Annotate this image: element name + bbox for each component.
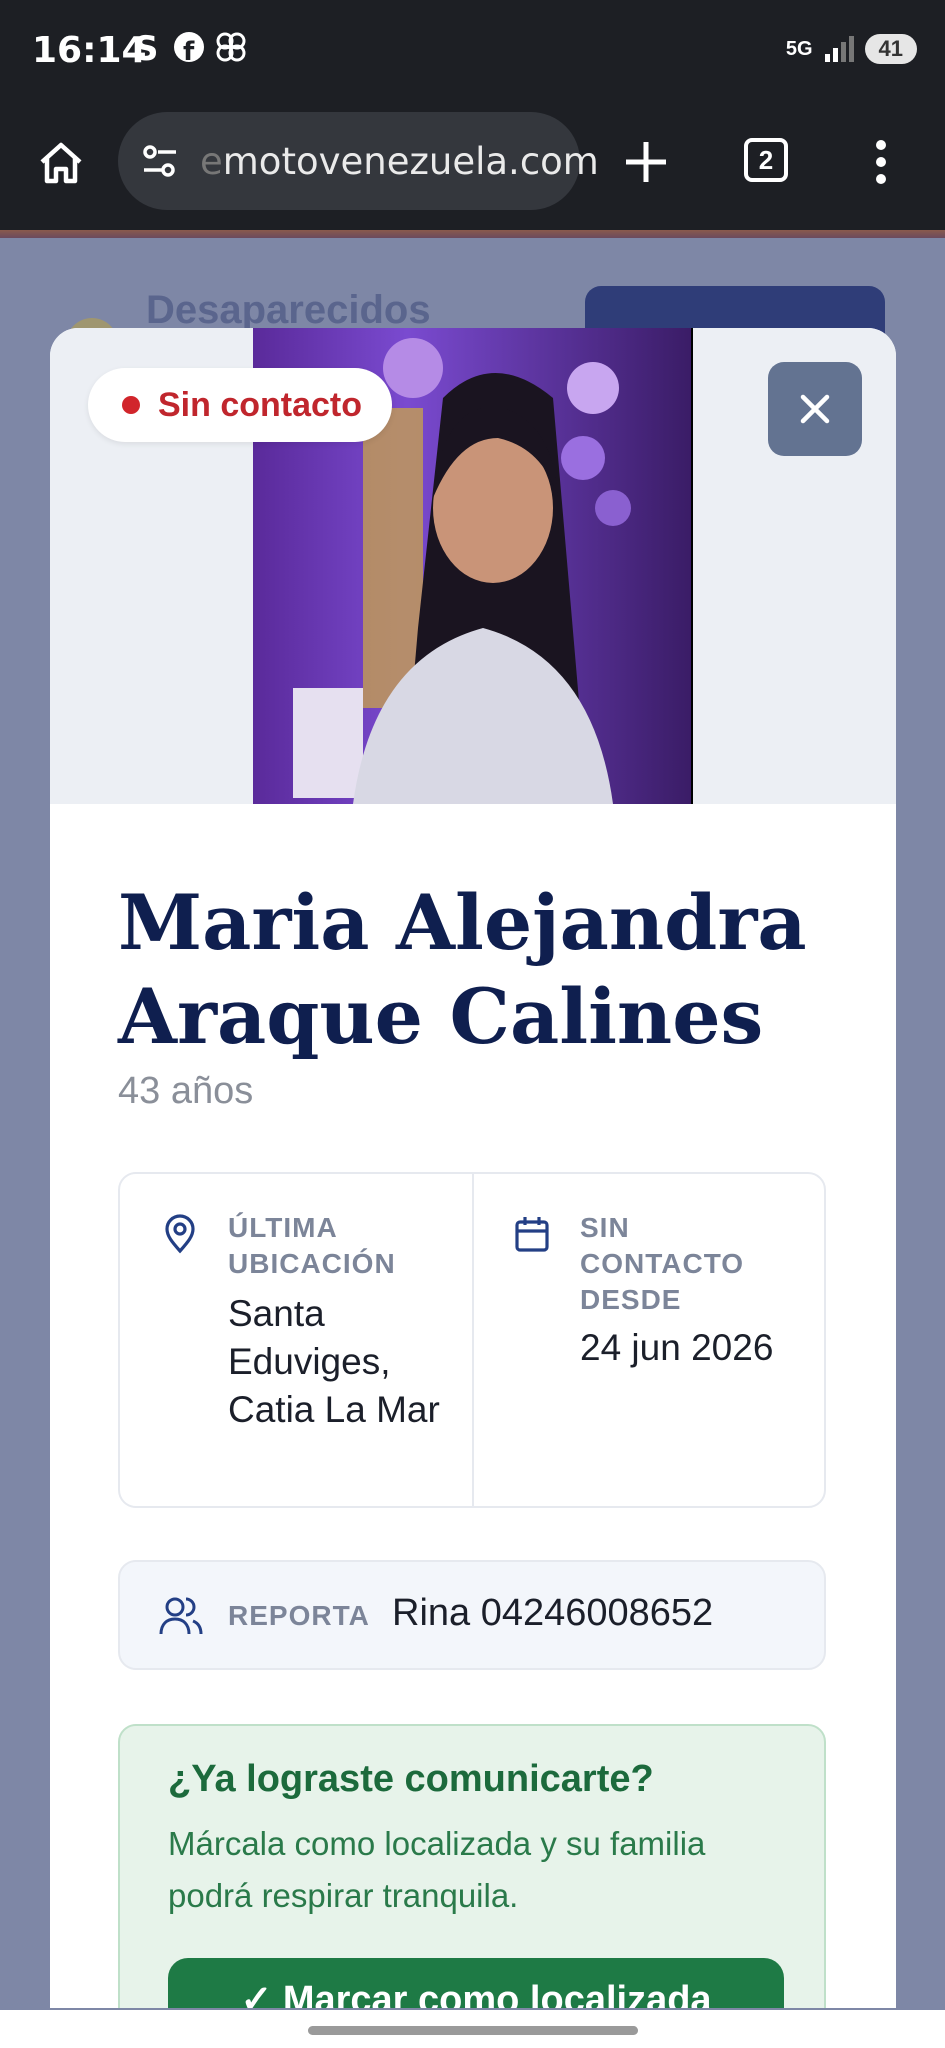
pinwheel-icon: [216, 32, 246, 62]
status-bar: 16:14 S f 5G 41: [0, 0, 945, 108]
reporter-value: Rina 04246008652: [392, 1592, 714, 1634]
reporter-card: REPORTA Rina 04246008652: [118, 1560, 826, 1670]
mark-found-card: ¿Ya lograste comunicarte? Márcala como l…: [118, 1724, 826, 2008]
url-text[interactable]: emotovenezuela.com: [200, 140, 599, 183]
home-gesture-handle[interactable]: [308, 2026, 638, 2035]
browser-toolbar: emotovenezuela.com 2: [0, 108, 945, 230]
signal-icon: [824, 36, 854, 62]
no-contact-label: SIN CONTACTO DESDE: [580, 1212, 745, 1315]
mark-found-title: ¿Ya lograste comunicarte?: [168, 1758, 654, 1800]
no-contact-value: 24 jun 2026: [580, 1327, 774, 1368]
tab-switcher-button[interactable]: 2: [744, 138, 788, 182]
home-icon[interactable]: [36, 138, 86, 188]
new-tab-icon[interactable]: [622, 138, 670, 186]
backdrop-title: Desaparecidos: [146, 288, 431, 332]
last-location-value: Santa Eduviges, Catia La Mar: [228, 1293, 440, 1430]
mark-as-found-button[interactable]: ✓ Marcar como localizada: [168, 1958, 784, 2008]
close-icon[interactable]: [768, 362, 862, 456]
reporter-label: REPORTA: [228, 1600, 370, 1631]
battery-level: 41: [864, 34, 917, 64]
menu-icon[interactable]: [875, 140, 887, 184]
person-detail-modal: Sin contacto Maria Alejandra Araque Cali…: [50, 328, 896, 2008]
flag-strip: [0, 230, 945, 238]
system-nav-bar: [0, 2010, 945, 2048]
status-badge: Sin contacto: [88, 368, 393, 442]
skype-icon: S: [134, 30, 159, 64]
photo-area: Sin contacto: [50, 328, 896, 804]
status-dot-icon: [122, 396, 140, 414]
person-age: 43 años: [118, 1070, 254, 1112]
status-right: 5G 41: [786, 34, 917, 64]
location-pin-icon: [165, 1214, 195, 1254]
address-bar[interactable]: emotovenezuela.com: [118, 112, 599, 210]
notification-icons: S f: [130, 30, 248, 64]
info-card: ÚLTIMA UBICACIÓN Santa Eduviges, Catia L…: [118, 1172, 826, 1508]
no-contact-since: SIN CONTACTO DESDE 24 jun 2026: [472, 1174, 824, 1506]
facebook-icon: f: [174, 32, 204, 64]
svg-text:S: S: [134, 30, 159, 64]
close-button[interactable]: [768, 362, 862, 456]
site-settings-icon[interactable]: [140, 142, 180, 182]
svg-text:f: f: [183, 37, 195, 64]
mark-found-text: Márcala como localizada y su familia pod…: [168, 1825, 706, 1914]
person-name: Maria Alejandra Araque Calines: [118, 878, 807, 1061]
status-badge-label: Sin contacto: [158, 385, 363, 424]
calendar-icon: [515, 1217, 549, 1252]
network-type: 5G: [785, 38, 813, 60]
users-icon: [159, 1597, 203, 1635]
last-location: ÚLTIMA UBICACIÓN Santa Eduviges, Catia L…: [120, 1174, 474, 1506]
last-location-label: ÚLTIMA UBICACIÓN: [228, 1212, 396, 1279]
